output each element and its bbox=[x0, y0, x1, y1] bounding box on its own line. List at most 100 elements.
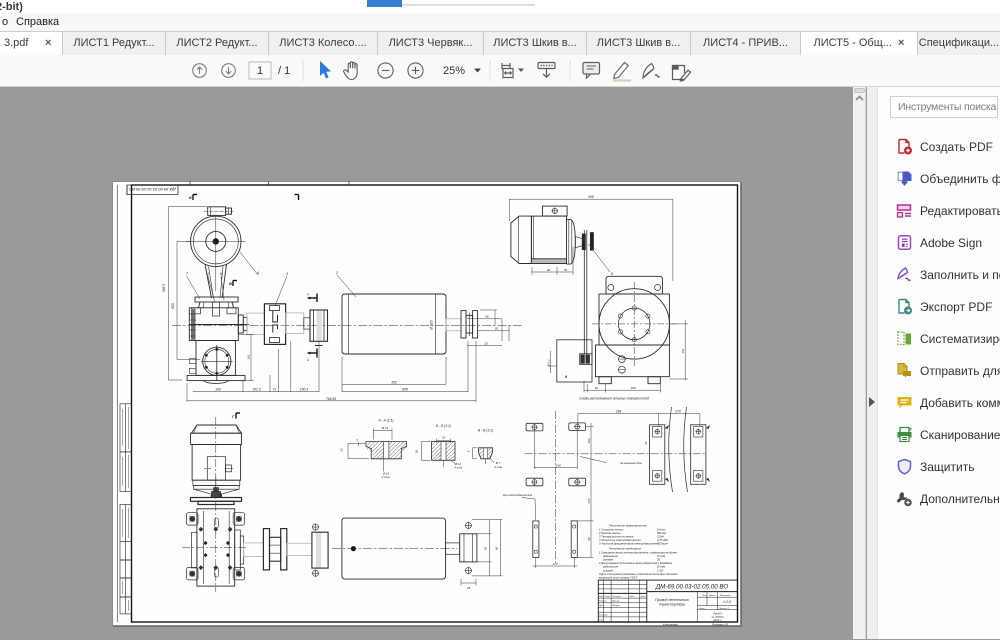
svg-text:9: 9 bbox=[467, 450, 471, 452]
svg-text:1: 1 bbox=[207, 272, 209, 276]
svg-text:Ø 21: Ø 21 bbox=[381, 426, 389, 430]
svg-text:Листов 1: Листов 1 bbox=[718, 608, 730, 610]
svg-text:№ докум.: № докум. bbox=[612, 595, 622, 598]
svg-text:20: 20 bbox=[483, 341, 488, 345]
svg-text:3: 3 bbox=[286, 272, 288, 276]
svg-text:585.5: 585.5 bbox=[162, 284, 166, 292]
svg-text:352: 352 bbox=[391, 380, 397, 384]
svg-text:264: 264 bbox=[615, 409, 622, 413]
svg-text:46: 46 bbox=[485, 315, 489, 319]
svg-text:1 Смещения валов электродвигат: 1 Смещения валов электродвигателя и реду… bbox=[599, 550, 678, 554]
svg-text:50: 50 bbox=[644, 441, 648, 445]
svg-text:Лист: Лист bbox=[698, 608, 705, 610]
svg-text:2011 г.: 2011 г. bbox=[712, 618, 722, 622]
svg-text:20: 20 bbox=[441, 436, 446, 440]
svg-text:71: 71 bbox=[272, 387, 276, 391]
svg-text:189: 189 bbox=[631, 386, 636, 390]
svg-text:25%: 25% bbox=[443, 65, 465, 77]
svg-text:Масса: Масса bbox=[709, 595, 716, 597]
svg-text:600: 600 bbox=[402, 387, 408, 391]
svg-text:160: 160 bbox=[215, 387, 221, 391]
svg-text:5 Частота вращения вала электр: 5 Частота вращения вала электродвигателя bbox=[599, 542, 659, 546]
svg-text:1 Скорость ленты: 1 Скорость ленты bbox=[599, 527, 623, 531]
svg-text:Лит.: Лит. bbox=[701, 595, 708, 597]
svg-text:658: 658 bbox=[588, 195, 594, 199]
svg-text:1: 1 bbox=[257, 65, 263, 77]
svg-text:50: 50 bbox=[484, 547, 488, 551]
svg-text:4 Мощность электродвигателя: 4 Мощность электродвигателя bbox=[599, 538, 641, 542]
svg-text:1°30': 1°30' bbox=[657, 568, 664, 572]
svg-text:22: 22 bbox=[340, 448, 344, 453]
svg-text:4 отв.: 4 отв. bbox=[454, 466, 463, 470]
svg-text:Н.контр.: Н.контр. bbox=[599, 615, 608, 617]
svg-text:1:2.5: 1:2.5 bbox=[723, 600, 731, 604]
svg-text:161: 161 bbox=[246, 354, 250, 359]
svg-text:2: 2 bbox=[335, 271, 338, 275]
svg-text:62: 62 bbox=[595, 386, 599, 390]
svg-text:0,4 м/с: 0,4 м/с bbox=[657, 527, 666, 531]
svg-text:570: 570 bbox=[675, 409, 681, 413]
svg-text:Б - Б (1:1): Б - Б (1:1) bbox=[436, 424, 451, 428]
svg-text:0,4 мм: 0,4 мм bbox=[657, 565, 665, 569]
svg-text:Утв.: Утв. bbox=[599, 619, 604, 621]
svg-text:В - В (1:1): В - В (1:1) bbox=[478, 428, 493, 432]
svg-text:Масштаб: Масштаб bbox=[720, 595, 731, 597]
svg-text:162: 162 bbox=[587, 438, 591, 443]
svg-text:127: 127 bbox=[552, 562, 557, 566]
svg-text:28: 28 bbox=[466, 586, 471, 590]
svg-text:3,5кН: 3,5кН bbox=[657, 535, 664, 539]
svg-text:Технические характеристики: Технические характеристики bbox=[609, 523, 648, 527]
svg-text:90: 90 bbox=[495, 547, 499, 551]
svg-text:Копировал: Копировал bbox=[663, 623, 678, 626]
svg-text:2 Допускаемые отклонения валов: 2 Допускаемые отклонения валов редуктора… bbox=[598, 561, 673, 565]
svg-text:ДМ-69.00.03-02.05.00 ВО: ДМ-69.00.03-02.05.00 ВО bbox=[655, 584, 729, 591]
svg-text:А: А bbox=[306, 358, 309, 362]
svg-text:радиальное: радиальное bbox=[602, 565, 618, 569]
svg-text:угловое: угловое bbox=[602, 559, 613, 562]
svg-text:Изм.: Изм. bbox=[599, 596, 604, 598]
svg-text:ДМ-69.00.03-02.05.00 ВО: ДМ-69.00.03-02.05.00 ВО bbox=[129, 187, 177, 192]
svg-text:Дата: Дата bbox=[639, 596, 646, 598]
svg-text:Формат А1: Формат А1 bbox=[712, 623, 729, 626]
svg-text:151: 151 bbox=[681, 348, 685, 353]
svg-text:500 мм: 500 мм bbox=[657, 531, 666, 535]
svg-text:2 Ширина ленты: 2 Ширина ленты bbox=[598, 531, 621, 535]
svg-text:Пров.: Пров. bbox=[599, 605, 605, 607]
svg-text:Г: Г bbox=[232, 414, 235, 419]
svg-text:Иванов: Иванов bbox=[612, 601, 620, 603]
svg-text:70: 70 bbox=[564, 268, 568, 272]
svg-text:А - А (1:1): А - А (1:1) bbox=[377, 419, 393, 423]
svg-text:Привод ленточного: Привод ленточного bbox=[655, 598, 689, 602]
svg-text:150.4: 150.4 bbox=[300, 387, 309, 391]
svg-text:радиальное: радиальное bbox=[602, 554, 618, 558]
svg-text:5: 5 bbox=[357, 438, 359, 442]
svg-text:Ø 320: Ø 320 bbox=[430, 320, 434, 330]
svg-text:/ 1: / 1 bbox=[278, 65, 290, 77]
svg-text:8: 8 bbox=[220, 272, 222, 276]
svg-text:Для электродвигателя: Для электродвигателя bbox=[502, 493, 533, 497]
svg-text:0,75 кВт: 0,75 кВт bbox=[657, 538, 669, 542]
svg-text:7: 7 bbox=[186, 272, 189, 276]
svg-text:3 Тяговое усилие на ленте: 3 Тяговое усилие на ленте bbox=[599, 535, 634, 539]
svg-text:Подп.: Подп. bbox=[629, 595, 635, 598]
svg-text:2 отв.: 2 отв. bbox=[381, 475, 391, 479]
svg-text:Ø 5.1: Ø 5.1 bbox=[547, 359, 551, 368]
svg-text:4 отв.: 4 отв. bbox=[494, 465, 503, 469]
svg-text:3 Для стопорения резьбовых сое: 3 Для стопорения резьбовых соединений бо… bbox=[599, 572, 678, 576]
svg-text:Петров: Петров bbox=[612, 605, 621, 607]
svg-text:вскрытый слой читать ГОСТ: вскрытый слой читать ГОСТ bbox=[599, 576, 638, 580]
svg-text:Разраб.: Разраб. bbox=[599, 601, 607, 603]
svg-text:Б: Б bbox=[189, 195, 192, 200]
svg-text:Технические требования: Технические требования bbox=[609, 547, 641, 551]
svg-text:В: В bbox=[229, 281, 232, 286]
svg-text:55: 55 bbox=[495, 326, 499, 330]
svg-text:5: 5 bbox=[611, 272, 613, 276]
svg-text:транспортёра: транспортёра bbox=[659, 603, 685, 607]
svg-text:угловое: угловое bbox=[602, 569, 613, 572]
svg-text:А: А bbox=[306, 293, 309, 297]
svg-text:0,3 мм: 0,3 мм bbox=[657, 554, 665, 558]
svg-text:4: 4 bbox=[257, 271, 259, 275]
svg-text:За наладные боки: За наладные боки bbox=[620, 461, 643, 465]
svg-text:90: 90 bbox=[587, 537, 591, 541]
svg-text:Схема расположения опорных пов: Схема расположения опорных поверхностей bbox=[579, 397, 649, 401]
